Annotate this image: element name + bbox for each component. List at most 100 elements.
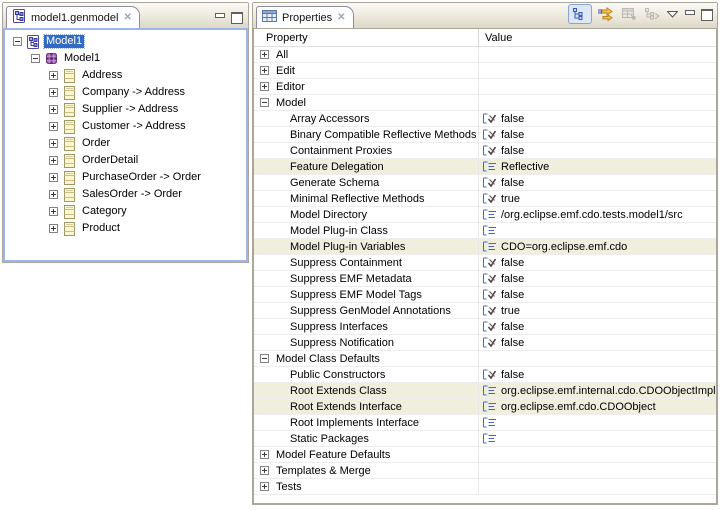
property-row[interactable]: Public Constructorsfalse — [254, 367, 716, 383]
minimize-button[interactable] — [684, 9, 695, 19]
tree-item[interactable]: Address — [5, 67, 246, 84]
property-row[interactable]: Generate Schema false — [254, 175, 716, 191]
property-label: Root Extends Class — [290, 385, 387, 397]
class-icon — [62, 205, 76, 219]
tree-item-label: SalesOrder -> Order — [80, 188, 184, 201]
pin-view-button[interactable] — [644, 7, 661, 21]
expand-toggle-icon[interactable] — [31, 54, 40, 63]
expand-toggle-icon[interactable] — [49, 207, 58, 216]
tree-item[interactable]: PurchaseOrder -> Order — [5, 169, 246, 186]
property-label: Array Accessors — [290, 113, 369, 125]
tree-item[interactable]: Category — [5, 203, 246, 220]
close-tab-icon[interactable]: ✕ — [123, 13, 131, 23]
expand-toggle-icon[interactable] — [49, 190, 58, 199]
tree-item[interactable]: Order — [5, 135, 246, 152]
expand-toggle-icon[interactable] — [260, 482, 269, 491]
expand-toggle-icon[interactable] — [49, 122, 58, 131]
property-category-row[interactable]: Model Feature Defaults — [254, 447, 716, 463]
tab-properties[interactable]: Properties ✕ — [256, 6, 354, 28]
property-label: Static Packages — [290, 433, 369, 445]
property-label: Root Implements Interface — [290, 417, 419, 429]
tree-item[interactable]: Product — [5, 220, 246, 237]
expand-toggle-icon[interactable] — [260, 98, 269, 107]
expand-toggle-icon[interactable] — [49, 156, 58, 165]
property-row[interactable]: Root Extends Interfaceorg.eclipse.emf.cd… — [254, 399, 716, 415]
property-row[interactable]: Suppress Notificationfalse — [254, 335, 716, 351]
property-category-row[interactable]: Edit — [254, 63, 716, 79]
view-menu-button[interactable] — [667, 11, 678, 18]
property-row[interactable]: Array Accessors false — [254, 111, 716, 127]
tree-item[interactable]: Company -> Address — [5, 84, 246, 101]
boolean-value-icon — [482, 256, 497, 269]
property-label: Binary Compatible Reflective Methods — [290, 129, 476, 141]
expand-toggle-icon[interactable] — [49, 224, 58, 233]
property-value: false — [501, 111, 524, 126]
property-row[interactable]: Root Implements Interface — [254, 415, 716, 431]
property-row[interactable]: Model Directory/org.eclipse.emf.cdo.test… — [254, 207, 716, 223]
tree-item[interactable]: Customer -> Address — [5, 118, 246, 135]
property-row[interactable]: Suppress Interfacesfalse — [254, 319, 716, 335]
expand-toggle-icon[interactable] — [49, 71, 58, 80]
boolean-value-icon — [482, 336, 497, 349]
show-advanced-properties-button[interactable] — [598, 7, 615, 21]
property-category-row[interactable]: All — [254, 47, 716, 63]
tree-item[interactable]: Model1 — [5, 33, 246, 50]
property-row[interactable]: Model Plug-in Class — [254, 223, 716, 239]
property-row[interactable]: Suppress EMF Model Tagsfalse — [254, 287, 716, 303]
tree-item[interactable]: OrderDetail — [5, 152, 246, 169]
property-category-row[interactable]: Tests — [254, 479, 716, 495]
property-row[interactable]: Model Plug-in VariablesCDO=org.eclipse.e… — [254, 239, 716, 255]
expand-toggle-icon[interactable] — [260, 450, 269, 459]
restore-default-value-button[interactable] — [621, 7, 638, 21]
expand-toggle-icon[interactable] — [49, 88, 58, 97]
property-row[interactable]: Binary Compatible Reflective Methodsfals… — [254, 127, 716, 143]
tree-item[interactable]: Supplier -> Address — [5, 101, 246, 118]
expand-toggle-icon[interactable] — [49, 139, 58, 148]
expand-toggle-icon[interactable] — [260, 66, 269, 75]
property-label: Generate Schema — [290, 177, 379, 189]
genmodel-file-icon — [12, 9, 26, 26]
tree-item-label: PurchaseOrder -> Order — [80, 171, 203, 184]
expand-toggle-icon[interactable] — [49, 105, 58, 114]
boolean-value-icon — [482, 176, 497, 189]
close-tab-icon[interactable]: ✕ — [337, 13, 345, 23]
category-label: Templates & Merge — [276, 465, 371, 477]
property-category-row[interactable]: Model — [254, 95, 716, 111]
column-header-value[interactable]: Value — [478, 29, 716, 46]
property-value: true — [501, 303, 520, 318]
class-icon — [62, 120, 76, 134]
expand-toggle-icon[interactable] — [13, 37, 22, 46]
property-label: Model Directory — [290, 209, 367, 221]
text-value-icon — [482, 432, 497, 445]
property-row[interactable]: Suppress Containmentfalse — [254, 255, 716, 271]
property-category-row[interactable]: Templates & Merge — [254, 463, 716, 479]
property-category-row[interactable]: Model Class Defaults — [254, 351, 716, 367]
expand-toggle-icon[interactable] — [49, 173, 58, 182]
tree-item[interactable]: SalesOrder -> Order — [5, 186, 246, 203]
tab-model1-genmodel[interactable]: model1.genmodel ✕ — [6, 6, 140, 28]
expand-toggle-icon[interactable] — [260, 82, 269, 91]
property-value: Reflective — [501, 159, 549, 174]
property-value: false — [501, 175, 524, 190]
column-header-property[interactable]: Property — [254, 29, 478, 46]
property-label: Root Extends Interface — [290, 401, 402, 413]
property-category-row[interactable]: Editor — [254, 79, 716, 95]
expand-toggle-icon[interactable] — [260, 466, 269, 475]
minimize-button[interactable] — [214, 12, 225, 22]
tree-item[interactable]: Model1 — [5, 50, 246, 67]
property-row[interactable]: Static Packages — [254, 431, 716, 447]
class-icon — [62, 137, 76, 151]
maximize-button[interactable] — [231, 12, 242, 22]
expand-toggle-icon[interactable] — [260, 50, 269, 59]
expand-toggle-icon[interactable] — [260, 354, 269, 363]
property-row[interactable]: Suppress EMF Metadatafalse — [254, 271, 716, 287]
properties-table-icon — [262, 10, 277, 25]
property-row[interactable]: Feature DelegationReflective — [254, 159, 716, 175]
property-row[interactable]: Containment Proxiesfalse — [254, 143, 716, 159]
property-row[interactable]: Suppress GenModel Annotationstrue — [254, 303, 716, 319]
boolean-value-icon — [482, 112, 497, 125]
property-row[interactable]: Minimal Reflective Methodstrue — [254, 191, 716, 207]
maximize-button[interactable] — [701, 9, 712, 19]
show-categories-button[interactable] — [568, 4, 592, 24]
property-row[interactable]: Root Extends Classorg.eclipse.emf.intern… — [254, 383, 716, 399]
